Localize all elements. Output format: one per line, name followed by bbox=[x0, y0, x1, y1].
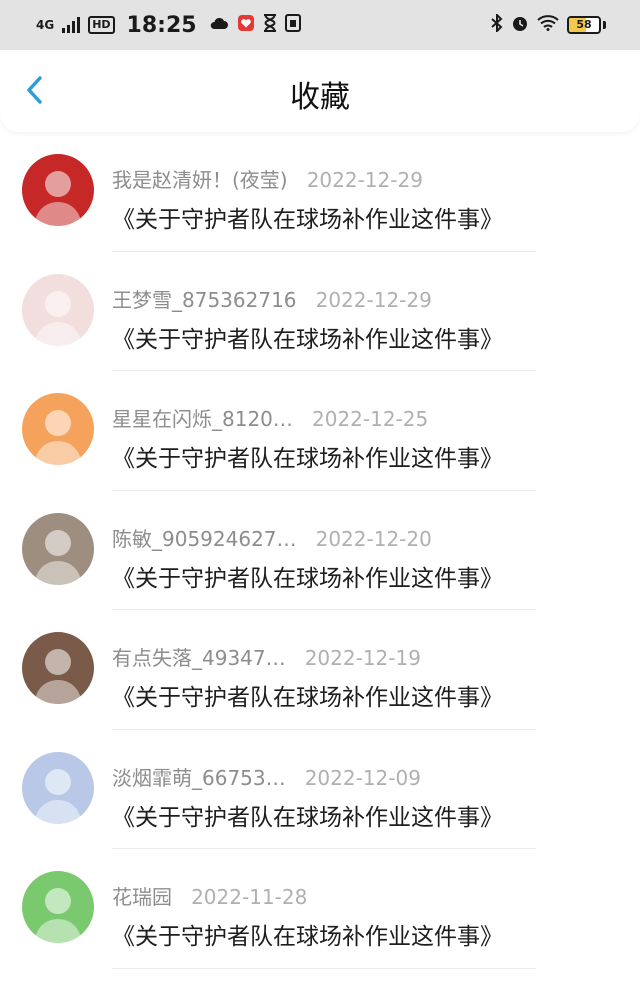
divider bbox=[112, 728, 536, 730]
author-name[interactable]: 花瑞园 bbox=[112, 885, 172, 909]
post-date: 2022-12-09 bbox=[304, 765, 421, 790]
item-meta: 淡烟霏萌_66753… 2022-12-09 bbox=[112, 762, 421, 790]
post-date: 2022-12-20 bbox=[315, 526, 432, 551]
work-title[interactable]: 《关于守护者队在球场补作业这件事》 bbox=[112, 798, 503, 832]
post-date: 2022-11-28 bbox=[191, 885, 308, 909]
item-meta: 花瑞园 2022-11-28 bbox=[112, 881, 308, 909]
clock: 18:25 bbox=[126, 12, 197, 38]
list-item[interactable]: 淡烟霏萌_66753… 2022-12-09 《关于守护者队在球场补作业这件事》 bbox=[0, 742, 640, 862]
post-date: 2022-12-29 bbox=[315, 287, 432, 312]
hd-badge: HD bbox=[88, 16, 115, 34]
list-item[interactable]: 花瑞园 2022-11-28 《关于守护者队在球场补作业这件事》 bbox=[0, 861, 640, 981]
author-name[interactable]: 陈敏_905924627… bbox=[112, 527, 297, 551]
divider bbox=[112, 250, 536, 252]
wifi-icon bbox=[537, 15, 559, 35]
battery-icon: 58 bbox=[567, 16, 601, 34]
divider bbox=[112, 609, 536, 610]
item-meta: 王梦雪_875362716 2022-12-29 bbox=[112, 284, 432, 312]
page-title: 收藏 bbox=[290, 80, 350, 115]
work-title[interactable]: 《关于守护者队在球场补作业这件事》 bbox=[112, 678, 503, 712]
sim-icon bbox=[284, 14, 301, 36]
author-name[interactable]: 王梦雪_875362716 bbox=[112, 288, 297, 312]
post-date: 2022-12-29 bbox=[306, 168, 423, 192]
item-meta: 有点失落_49347… 2022-12-19 bbox=[112, 642, 421, 670]
status-right: 58 bbox=[491, 12, 606, 36]
bluetooth-icon bbox=[491, 12, 503, 36]
status-bar: 4G HD 18:25 58 bbox=[0, 0, 640, 50]
list-item[interactable]: 有点失落_49347… 2022-12-19 《关于守护者队在球场补作业这件事》 bbox=[0, 622, 640, 742]
divider bbox=[112, 967, 536, 969]
list-item[interactable]: 陈敏_905924627… 2022-12-20 《关于守护者队在球场补作业这件事… bbox=[0, 503, 640, 623]
author-name[interactable]: 我是赵清妍！(夜莹) bbox=[112, 168, 288, 192]
hourglass-icon bbox=[263, 14, 277, 36]
post-date: 2022-12-19 bbox=[304, 646, 421, 670]
status-left: 4G HD 18:25 bbox=[36, 13, 301, 38]
item-meta: 陈敏_905924627… 2022-12-20 bbox=[112, 523, 432, 551]
work-title[interactable]: 《关于守护者队在球场补作业这件事》 bbox=[112, 200, 503, 234]
list-item[interactable]: 星星在闪烁_8120… 2022-12-25 《关于守护者队在球场补作业这件事》 bbox=[0, 383, 640, 503]
work-title[interactable]: 《关于守护者队在球场补作业这件事》 bbox=[112, 559, 503, 593]
cloud-icon bbox=[209, 15, 229, 35]
avatar[interactable] bbox=[22, 512, 94, 585]
divider bbox=[112, 848, 536, 849]
favorites-list: 我是赵清妍！(夜莹) 2022-12-29 《关于守护者队在球场补作业这件事》 王梦… bbox=[0, 144, 640, 981]
app-badge-icon bbox=[237, 14, 255, 36]
signal-icon bbox=[62, 17, 81, 33]
battery-percent: 58 bbox=[576, 18, 592, 31]
author-name[interactable]: 星星在闪烁_8120… bbox=[112, 407, 293, 431]
divider bbox=[112, 370, 536, 371]
avatar[interactable] bbox=[22, 871, 94, 943]
list-item[interactable]: 我是赵清妍！(夜莹) 2022-12-29 《关于守护者队在球场补作业这件事》 bbox=[0, 144, 640, 264]
work-title[interactable]: 《关于守护者队在球场补作业这件事》 bbox=[112, 439, 503, 473]
network-type: 4G bbox=[36, 18, 55, 32]
avatar[interactable] bbox=[22, 273, 94, 346]
work-title[interactable]: 《关于守护者队在球场补作业这件事》 bbox=[112, 917, 503, 951]
list-item[interactable]: 王梦雪_875362716 2022-12-29 《关于守护者队在球场补作业这件事… bbox=[0, 264, 640, 384]
avatar[interactable] bbox=[22, 751, 94, 824]
item-meta: 我是赵清妍！(夜莹) 2022-12-29 bbox=[112, 164, 423, 192]
author-name[interactable]: 有点失落_49347… bbox=[112, 646, 286, 670]
post-date: 2022-12-25 bbox=[311, 407, 429, 431]
work-title[interactable]: 《关于守护者队在球场补作业这件事》 bbox=[112, 320, 503, 354]
alarm-icon bbox=[511, 14, 529, 36]
avatar[interactable] bbox=[22, 154, 94, 226]
divider bbox=[112, 489, 536, 491]
battery-tip bbox=[603, 21, 606, 29]
item-meta: 星星在闪烁_8120… 2022-12-25 bbox=[112, 403, 429, 431]
avatar[interactable] bbox=[22, 393, 94, 465]
author-name[interactable]: 淡烟霏萌_66753… bbox=[112, 766, 286, 790]
avatar[interactable] bbox=[22, 632, 94, 704]
navigation-bar: 收藏 bbox=[0, 50, 640, 132]
